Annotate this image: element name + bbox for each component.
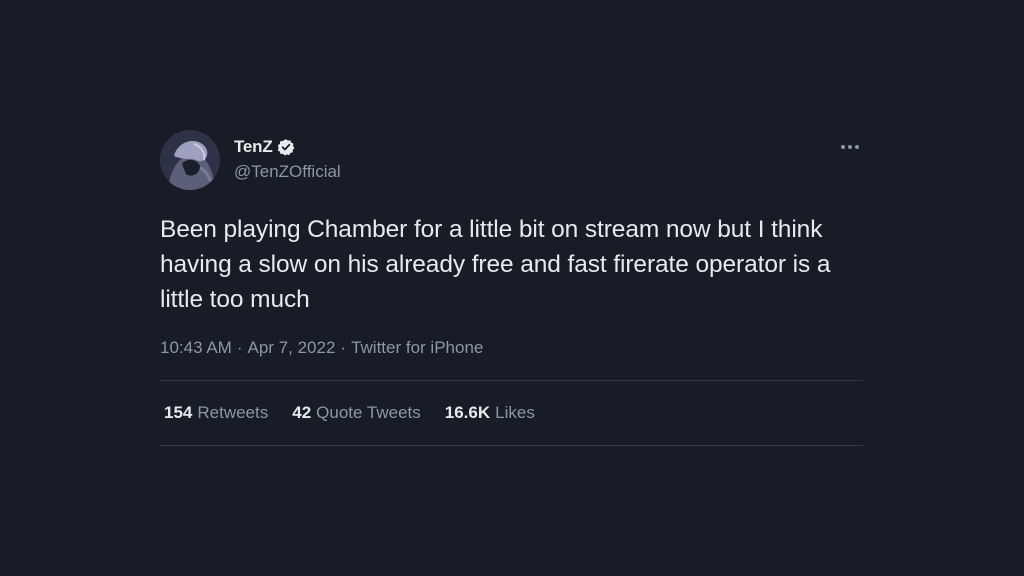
verified-badge-icon	[277, 138, 295, 156]
meta-separator: ·	[236, 338, 243, 357]
quote-tweets-stat[interactable]: 42 Quote Tweets	[292, 403, 421, 423]
tweet-text: Been playing Chamber for a little bit on…	[160, 216, 831, 313]
display-name[interactable]: TenZ	[234, 137, 273, 157]
retweets-label: Retweets	[197, 403, 269, 422]
likes-count: 16.6K	[444, 403, 491, 422]
quote-tweets-label: Quote Tweets	[316, 403, 421, 422]
avatar-image	[160, 130, 220, 190]
tweet-header: TenZ @TenZOfficial	[160, 128, 863, 192]
tweet-stats: 154 Retweets 42 Quote Tweets 16.6K Likes	[160, 381, 863, 445]
tweet-card: TenZ @TenZOfficial Been playing Chamber …	[160, 128, 863, 446]
meta-separator: ·	[340, 338, 347, 357]
tweet-source[interactable]: Twitter for iPhone	[351, 338, 483, 358]
author-handle[interactable]: @TenZOfficial	[234, 162, 341, 182]
tweet-date[interactable]: Apr 7, 2022	[248, 338, 336, 358]
display-name-row: TenZ	[234, 136, 341, 158]
tweet-meta: 10:43 AM · Apr 7, 2022 · Twitter for iPh…	[160, 337, 863, 359]
quote-tweets-count: 42	[292, 403, 312, 422]
more-options-icon[interactable]	[837, 134, 863, 160]
retweets-count: 154	[164, 403, 193, 422]
avatar[interactable]	[160, 130, 220, 190]
likes-label: Likes	[495, 403, 535, 422]
retweets-stat[interactable]: 154 Retweets	[164, 403, 268, 423]
divider	[160, 445, 863, 446]
author-names: TenZ @TenZOfficial	[234, 136, 341, 182]
likes-stat[interactable]: 16.6K Likes	[445, 403, 535, 423]
tweet-time[interactable]: 10:43 AM	[160, 338, 232, 358]
